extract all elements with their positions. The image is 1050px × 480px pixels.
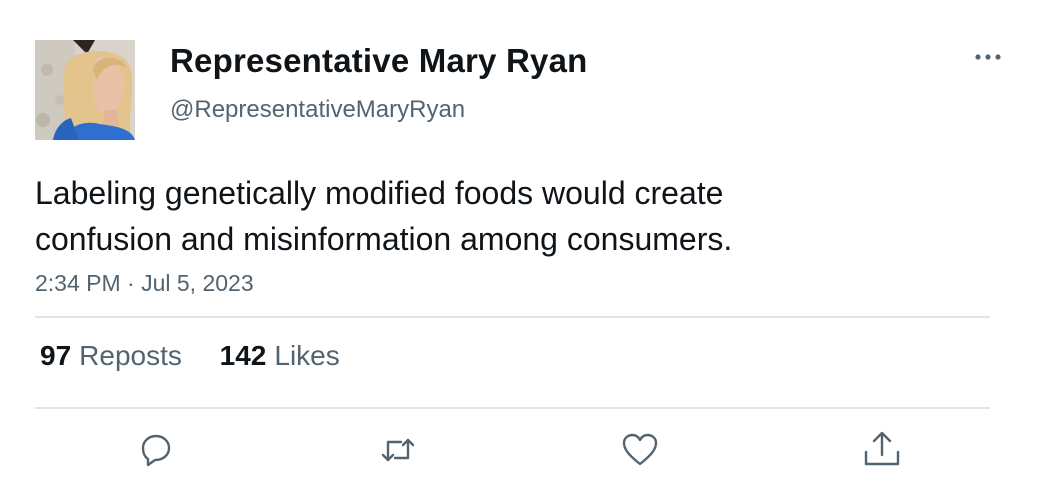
avatar[interactable] (35, 40, 135, 140)
reply-icon (141, 434, 171, 467)
like-button[interactable] (618, 428, 662, 472)
likes-stat[interactable]: 142 Likes (220, 340, 340, 372)
reposts-count: 97 (40, 340, 72, 371)
more-horizontal-icon (975, 54, 1001, 60)
reposts-stat[interactable]: 97 Reposts (40, 340, 182, 372)
likes-count: 142 (219, 340, 267, 371)
reposts-label: Reposts (79, 340, 182, 371)
author-display-name[interactable]: Representative Mary Ryan (170, 42, 587, 80)
divider (35, 407, 990, 409)
tweet-timestamp[interactable]: 2:34 PM · Jul 5, 2023 (35, 270, 254, 297)
avatar-image (35, 40, 135, 140)
author-handle[interactable]: @RepresentativeMaryRyan (170, 96, 465, 124)
divider (35, 316, 990, 318)
reply-button[interactable] (134, 428, 178, 472)
more-options-button[interactable] (968, 42, 1008, 72)
share-icon (864, 431, 900, 466)
tweet-stats: 97 Reposts 142 Likes (40, 340, 370, 372)
tweet-text-line: confusion and misinformation among consu… (35, 221, 733, 257)
repost-icon (381, 438, 415, 462)
heart-icon (622, 433, 658, 466)
tweet-text-line: Labeling genetically modified foods woul… (35, 175, 724, 211)
tweet-text: Labeling genetically modified foods woul… (35, 170, 935, 262)
repost-button[interactable] (376, 428, 420, 472)
likes-label: Likes (274, 340, 340, 371)
tweet-card: Representative Mary Ryan @Representative… (0, 0, 1050, 480)
share-button[interactable] (860, 428, 904, 472)
